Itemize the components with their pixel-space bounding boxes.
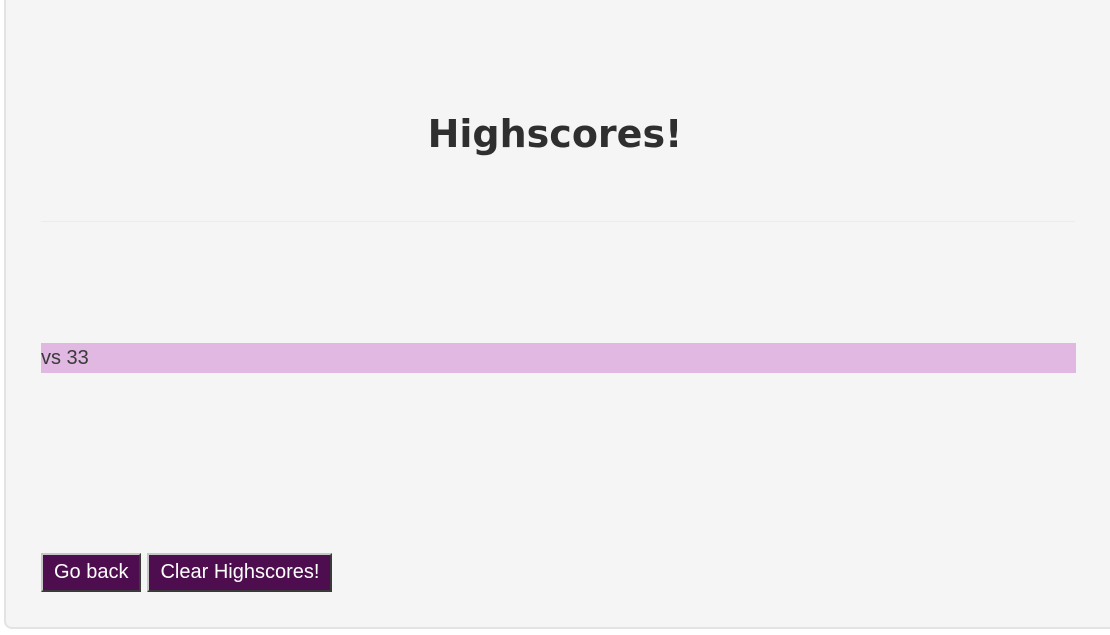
highscore-list: vs 33 xyxy=(41,343,1076,373)
title-divider xyxy=(41,221,1075,222)
clear-highscores-button[interactable]: Clear Highscores! xyxy=(147,553,333,592)
highscores-card xyxy=(4,0,1110,629)
go-back-button[interactable]: Go back xyxy=(41,553,142,592)
action-buttons: Go back Clear Highscores! xyxy=(41,553,338,592)
highscore-entry: vs 33 xyxy=(41,343,1076,373)
page-title: Highscores! xyxy=(427,112,683,156)
